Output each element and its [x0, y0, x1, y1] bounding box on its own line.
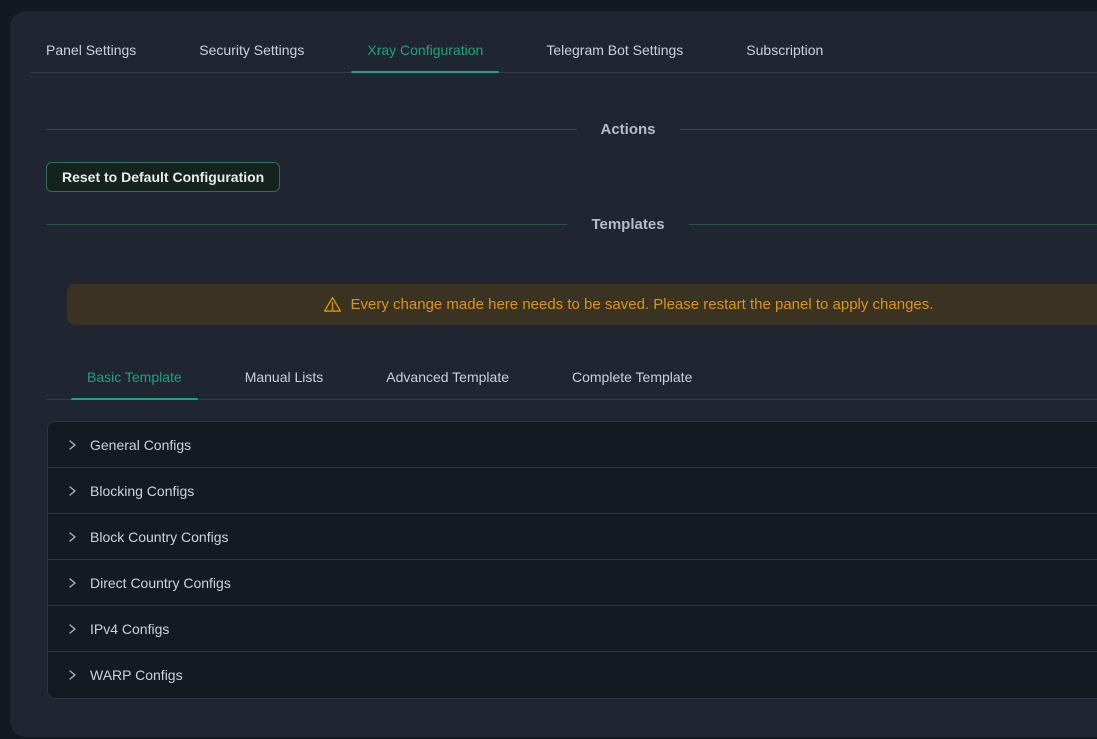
accordion-item-label: Blocking Configs: [90, 483, 194, 499]
config-accordion: General Configs Blocking Configs Block C…: [47, 421, 1097, 699]
actions-divider: Actions: [46, 119, 1097, 139]
chevron-right-icon: [66, 577, 78, 589]
accordion-direct-country-configs[interactable]: Direct Country Configs: [48, 560, 1097, 606]
tab-telegram-bot-settings[interactable]: Telegram Bot Settings: [530, 40, 699, 72]
tab-advanced-template[interactable]: Advanced Template: [370, 367, 525, 399]
tab-basic-template[interactable]: Basic Template: [71, 367, 198, 399]
accordion-item-label: IPv4 Configs: [90, 621, 169, 637]
settings-card: Panel Settings Security Settings Xray Co…: [10, 11, 1097, 737]
settings-tab-bar: Panel Settings Security Settings Xray Co…: [30, 11, 1097, 73]
accordion-item-label: WARP Configs: [90, 667, 183, 683]
chevron-right-icon: [66, 623, 78, 635]
accordion-general-configs[interactable]: General Configs: [48, 422, 1097, 468]
templates-divider: Templates: [46, 214, 1097, 234]
warning-triangle-icon: [323, 295, 342, 314]
tab-xray-configuration[interactable]: Xray Configuration: [351, 40, 499, 72]
tab-subscription[interactable]: Subscription: [730, 40, 839, 72]
accordion-block-country-configs[interactable]: Block Country Configs: [48, 514, 1097, 560]
divider-line: [46, 129, 577, 130]
actions-row: Reset to Default Configuration: [46, 162, 1097, 192]
divider-line: [689, 224, 1097, 225]
settings-card-content: Panel Settings Security Settings Xray Co…: [10, 11, 1097, 699]
accordion-warp-configs[interactable]: WARP Configs: [48, 652, 1097, 698]
chevron-right-icon: [66, 485, 78, 497]
actions-divider-label: Actions: [601, 121, 656, 138]
tab-manual-lists[interactable]: Manual Lists: [229, 367, 340, 399]
divider-line: [46, 224, 567, 225]
accordion-blocking-configs[interactable]: Blocking Configs: [48, 468, 1097, 514]
tab-security-settings[interactable]: Security Settings: [183, 40, 320, 72]
accordion-ipv4-configs[interactable]: IPv4 Configs: [48, 606, 1097, 652]
chevron-right-icon: [66, 669, 78, 681]
reset-to-default-button[interactable]: Reset to Default Configuration: [46, 162, 280, 192]
restart-warning-text: Every change made here needs to be saved…: [351, 296, 934, 313]
divider-line: [680, 129, 1097, 130]
template-tab-bar: Basic Template Manual Lists Advanced Tem…: [46, 367, 1097, 400]
restart-warning-banner: Every change made here needs to be saved…: [67, 284, 1097, 325]
accordion-item-label: General Configs: [90, 437, 191, 453]
accordion-item-label: Block Country Configs: [90, 529, 229, 545]
tab-complete-template[interactable]: Complete Template: [556, 367, 708, 399]
chevron-right-icon: [66, 531, 78, 543]
accordion-item-label: Direct Country Configs: [90, 575, 231, 591]
templates-divider-label: Templates: [591, 216, 664, 233]
chevron-right-icon: [66, 439, 78, 451]
tab-panel-settings[interactable]: Panel Settings: [30, 40, 152, 72]
